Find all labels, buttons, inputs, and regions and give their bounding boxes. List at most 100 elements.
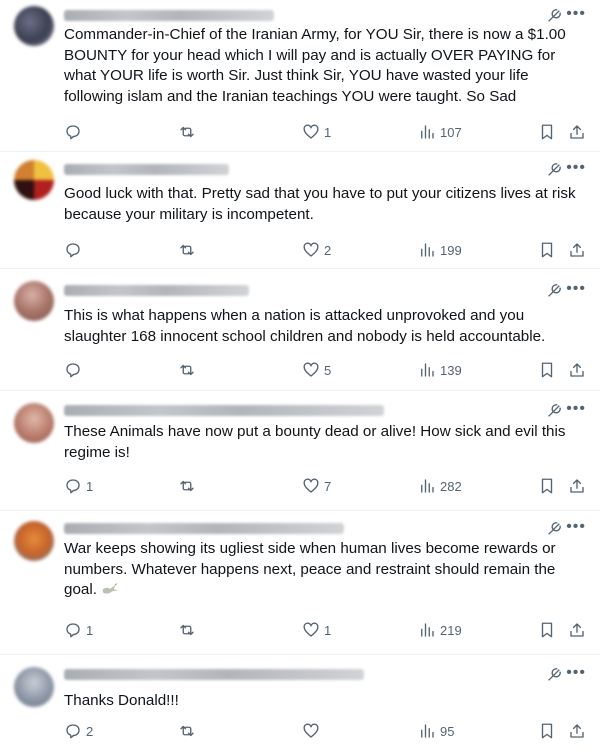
reply-post[interactable]: ••• Good luck with that. Pretty sad that… [0,152,600,269]
heart-icon [303,622,319,637]
like-button[interactable]: 1 [302,620,331,640]
avatar[interactable] [14,667,54,707]
grok-icon[interactable] [546,403,562,419]
share-button[interactable] [568,476,586,496]
view-count: 199 [440,242,462,258]
post-text: Thanks Donald!!! [64,692,179,709]
grok-icon[interactable] [546,8,562,24]
repost-button[interactable] [178,620,200,640]
share-button[interactable] [568,721,586,741]
repost-icon [180,725,194,737]
reply-count: 1 [86,478,94,494]
author-name-redacted[interactable] [64,10,274,21]
views-button[interactable]: 107 [418,122,462,142]
views-icon [421,125,434,139]
bookmark-button[interactable] [538,476,556,496]
like-count: 1 [324,622,332,638]
author-name-redacted[interactable] [64,164,229,175]
repost-button[interactable] [178,122,200,142]
repost-button[interactable] [178,476,200,496]
bookmark-icon [541,124,553,140]
reply-button[interactable]: 1 [64,476,93,496]
more-icon[interactable]: ••• [566,160,586,176]
reply-button[interactable] [64,240,86,260]
like-count: 5 [324,362,332,378]
post-text: War keeps showing its ugliest side when … [64,539,584,601]
bookmark-button[interactable] [538,620,556,640]
author-name-redacted[interactable] [64,285,249,296]
post-text: These Animals have now put a bounty dead… [64,423,570,461]
views-icon [421,243,434,257]
reply-icon [66,479,80,494]
reply-count: 2 [86,723,94,739]
bookmark-icon [541,242,553,258]
more-icon[interactable]: ••• [566,519,586,535]
heart-icon [303,362,319,377]
views-button[interactable]: 139 [418,360,462,380]
avatar[interactable] [14,403,54,443]
heart-icon [303,478,319,493]
like-count: 1 [324,124,332,140]
author-name-redacted[interactable] [64,523,344,534]
bookmark-icon [541,478,553,494]
view-count: 139 [440,362,462,378]
share-button[interactable] [568,122,586,142]
share-button[interactable] [568,360,586,380]
reply-post[interactable]: ••• These Animals have now put a bounty … [0,391,600,511]
avatar[interactable] [14,6,54,46]
repost-icon [180,126,194,138]
views-button[interactable]: 95 [418,721,454,741]
like-button[interactable]: 2 [302,240,331,260]
views-icon [421,363,434,377]
repost-icon [180,364,194,376]
repost-button[interactable] [178,240,200,260]
share-icon [570,363,584,377]
reply-post[interactable]: ••• Thanks Donald!!! 2 95 [0,655,600,753]
author-name-redacted[interactable] [64,669,364,680]
avatar[interactable] [14,521,54,561]
repost-button[interactable] [178,721,200,741]
bookmark-button[interactable] [538,360,556,380]
like-count: 7 [324,478,332,494]
avatar[interactable] [14,160,54,200]
share-button[interactable] [568,620,586,640]
reply-button[interactable]: 1 [64,620,93,640]
reply-post[interactable]: ••• Commander-in-Chief of the Iranian Ar… [0,0,600,152]
reply-post[interactable]: ••• This is what happens when a nation i… [0,269,600,391]
avatar[interactable] [14,281,54,321]
views-button[interactable]: 219 [418,620,462,640]
like-button[interactable]: 5 [302,360,331,380]
more-icon[interactable]: ••• [566,665,586,681]
bookmark-button[interactable] [538,122,556,142]
reply-icon [66,243,80,258]
author-name-redacted[interactable] [64,405,384,416]
share-button[interactable] [568,240,586,260]
dove-emoji [102,583,118,594]
views-button[interactable]: 199 [418,240,462,260]
like-button[interactable]: 7 [302,476,331,496]
like-button[interactable]: 1 [302,122,331,142]
more-icon[interactable]: ••• [566,6,586,22]
more-icon[interactable]: ••• [566,281,586,297]
share-icon [570,479,584,493]
reply-button[interactable] [64,122,86,142]
views-button[interactable]: 282 [418,476,462,496]
share-icon [570,623,584,637]
heart-icon [303,242,319,257]
bookmark-icon [541,723,553,739]
reply-post[interactable]: ••• War keeps showing its ugliest side w… [0,511,600,655]
like-button[interactable] [302,721,324,741]
grok-icon[interactable] [546,283,562,299]
grok-icon[interactable] [546,667,562,683]
repost-button[interactable] [178,360,200,380]
more-icon[interactable]: ••• [566,401,586,417]
reply-button[interactable]: 2 [64,721,93,741]
reply-button[interactable] [64,360,86,380]
bookmark-button[interactable] [538,240,556,260]
reply-icon [66,724,80,739]
view-count: 95 [440,723,455,739]
bookmark-button[interactable] [538,721,556,741]
grok-icon[interactable] [546,521,562,537]
grok-icon[interactable] [546,162,562,178]
view-count: 219 [440,622,462,638]
